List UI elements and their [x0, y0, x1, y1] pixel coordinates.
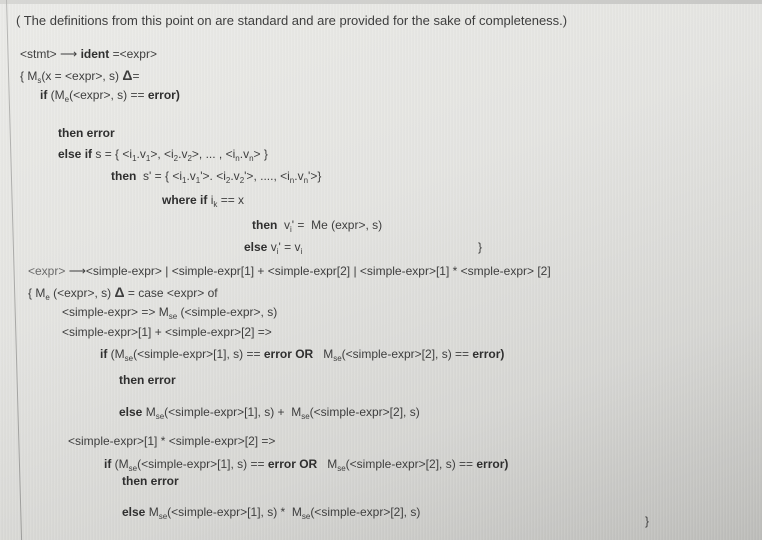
else-keyword: else	[119, 405, 143, 419]
stmt-nonterminal: <stmt>	[20, 47, 57, 61]
text: <simple-expr> => M	[62, 305, 169, 319]
times-if-line: if (Mse(<simple-expr>[1], s) == error OR…	[104, 457, 509, 473]
plus-else-line: else Mse(<simple-expr>[1], s) + Mse(<sim…	[119, 405, 420, 421]
subscript: se	[168, 312, 178, 321]
else-if-keyword: else if	[58, 147, 93, 161]
me-args: (<expr>, s)	[49, 286, 115, 300]
times-then-error: then error	[122, 474, 179, 488]
me-call: (M	[47, 88, 65, 102]
error-or-keyword: error OR	[263, 347, 314, 361]
case-times: <simple-expr>[1] * <simple-expr>[2] =>	[68, 434, 276, 448]
subscript: i	[300, 247, 303, 256]
ident-token: ident	[80, 47, 110, 61]
text: (M	[107, 347, 125, 361]
text: '>}	[308, 169, 322, 183]
text: '>, ...., <i	[244, 169, 290, 183]
error-or-keyword: error OR	[267, 457, 318, 471]
text: (M	[111, 457, 129, 471]
subscript: se	[128, 464, 138, 473]
text: >, <i	[150, 147, 174, 161]
stmt-else-vi: else vi' = vi	[244, 240, 303, 256]
plus-if-line: if (Mse(<simple-expr>[1], s) == error OR…	[100, 347, 505, 363]
stmt-close-brace: }	[478, 240, 483, 254]
text: (<simple-expr>[1], s) ==	[137, 457, 268, 471]
text: .v	[136, 147, 146, 161]
delta-symbol: Δ	[114, 284, 125, 300]
text: (<simple-expr>[2], s)	[309, 405, 420, 419]
text: .v	[230, 169, 240, 183]
else-keyword: else	[122, 505, 146, 519]
expr-definition-head: { Me (<expr>, s) Δ = case <expr> of	[28, 284, 218, 302]
subscript: se	[337, 464, 346, 473]
expr-nonterminal: <expr>	[28, 264, 66, 278]
assign-expr: =<expr>	[112, 47, 157, 61]
stmt-definition-head: { Ms(x = <expr>, s) Δ=	[20, 67, 140, 85]
text: >, ... , <i	[191, 147, 236, 161]
stmt-else-if: else if s = { <i1.v1>, <i2.v2>, ... , <i…	[58, 147, 268, 163]
stmt-then-vi: then vi' = Me (expr>, s)	[252, 218, 383, 234]
ms-args: (x = <expr>, s)	[41, 69, 123, 83]
text: .v	[239, 147, 250, 161]
top-edge	[0, 0, 762, 4]
expr-close-brace: }	[645, 514, 650, 528]
text: .v	[294, 169, 304, 183]
text: (<simple-expr>[1], s) ==	[133, 347, 264, 361]
text: M	[317, 457, 338, 471]
error-keyword: error)	[472, 347, 505, 361]
text: (<simple-expr>, s)	[177, 305, 278, 319]
where-if-keyword: where if	[162, 193, 208, 207]
stmt-then-s-prime: then s' = { <i1.v1'>. <i2.v2'>, ...., <i…	[111, 169, 322, 185]
text: (<simple-expr>[2], s) ==	[341, 347, 473, 361]
times-else-line: else Mse(<simple-expr>[1], s) * Mse(<sim…	[122, 505, 421, 521]
then-keyword: then	[111, 169, 137, 183]
text: M	[313, 347, 334, 361]
subscript: se	[301, 412, 310, 421]
text: s' = { <i	[136, 169, 182, 183]
expr-alternatives: <simple-expr> | <simple-expr[1] + <simpl…	[85, 264, 551, 278]
text: (<simple-expr>[2], s)	[310, 505, 421, 519]
then-keyword: then	[252, 218, 278, 232]
subscript: se	[155, 412, 165, 421]
text: > }	[253, 147, 268, 161]
intro-note: ( The definitions from this point on are…	[16, 13, 568, 28]
subscript: se	[124, 354, 134, 363]
production-arrow: ⟶	[68, 264, 86, 278]
text: s = { <i	[92, 147, 133, 161]
text: (<simple-expr>[1], s) * M	[167, 505, 302, 519]
plus-then-error: then error	[119, 373, 176, 387]
error-keyword: error)	[147, 88, 180, 102]
subscript: se	[158, 512, 168, 521]
case-simple-expr: <simple-expr> => Mse (<simple-expr>, s)	[62, 305, 278, 321]
else-keyword: else	[244, 240, 268, 254]
text: v	[277, 218, 291, 232]
text: (<simple-expr>[1], s) + M	[164, 405, 302, 419]
stmt-where-if: where if ik == x	[162, 193, 245, 209]
document-page: ( The definitions from this point on are…	[0, 0, 762, 540]
expr-production: <expr> ⟶<simple-expr> | <simple-expr[1] …	[28, 264, 551, 278]
error-keyword: error)	[476, 457, 509, 471]
stmt-then-error: then error	[58, 126, 115, 140]
text: ' = Me (expr>, s)	[291, 218, 383, 232]
case-plus: <simple-expr>[1] + <simple-expr>[2] =>	[62, 325, 272, 339]
text: ' = v	[278, 240, 301, 254]
me-args: (<expr>, s) ==	[69, 88, 148, 102]
text: .v	[186, 169, 196, 183]
text: M	[142, 405, 156, 419]
text: M	[145, 505, 159, 519]
text: == x	[217, 193, 245, 207]
text: '>. <i	[200, 169, 226, 183]
ms-function: M	[27, 69, 38, 83]
subscript: se	[333, 354, 342, 363]
def-equals: =	[132, 69, 140, 83]
delta-symbol: Δ	[122, 67, 133, 83]
stmt-if-line: if (Me(<expr>, s) == error)	[40, 88, 180, 104]
production-arrow: ⟶	[60, 47, 78, 61]
text: (<simple-expr>[2], s) ==	[345, 457, 477, 471]
text: v	[267, 240, 277, 254]
me-function: { M	[28, 286, 46, 300]
case-of: = case <expr> of	[124, 286, 218, 300]
stmt-production: <stmt> ⟶ ident =<expr>	[20, 47, 157, 61]
